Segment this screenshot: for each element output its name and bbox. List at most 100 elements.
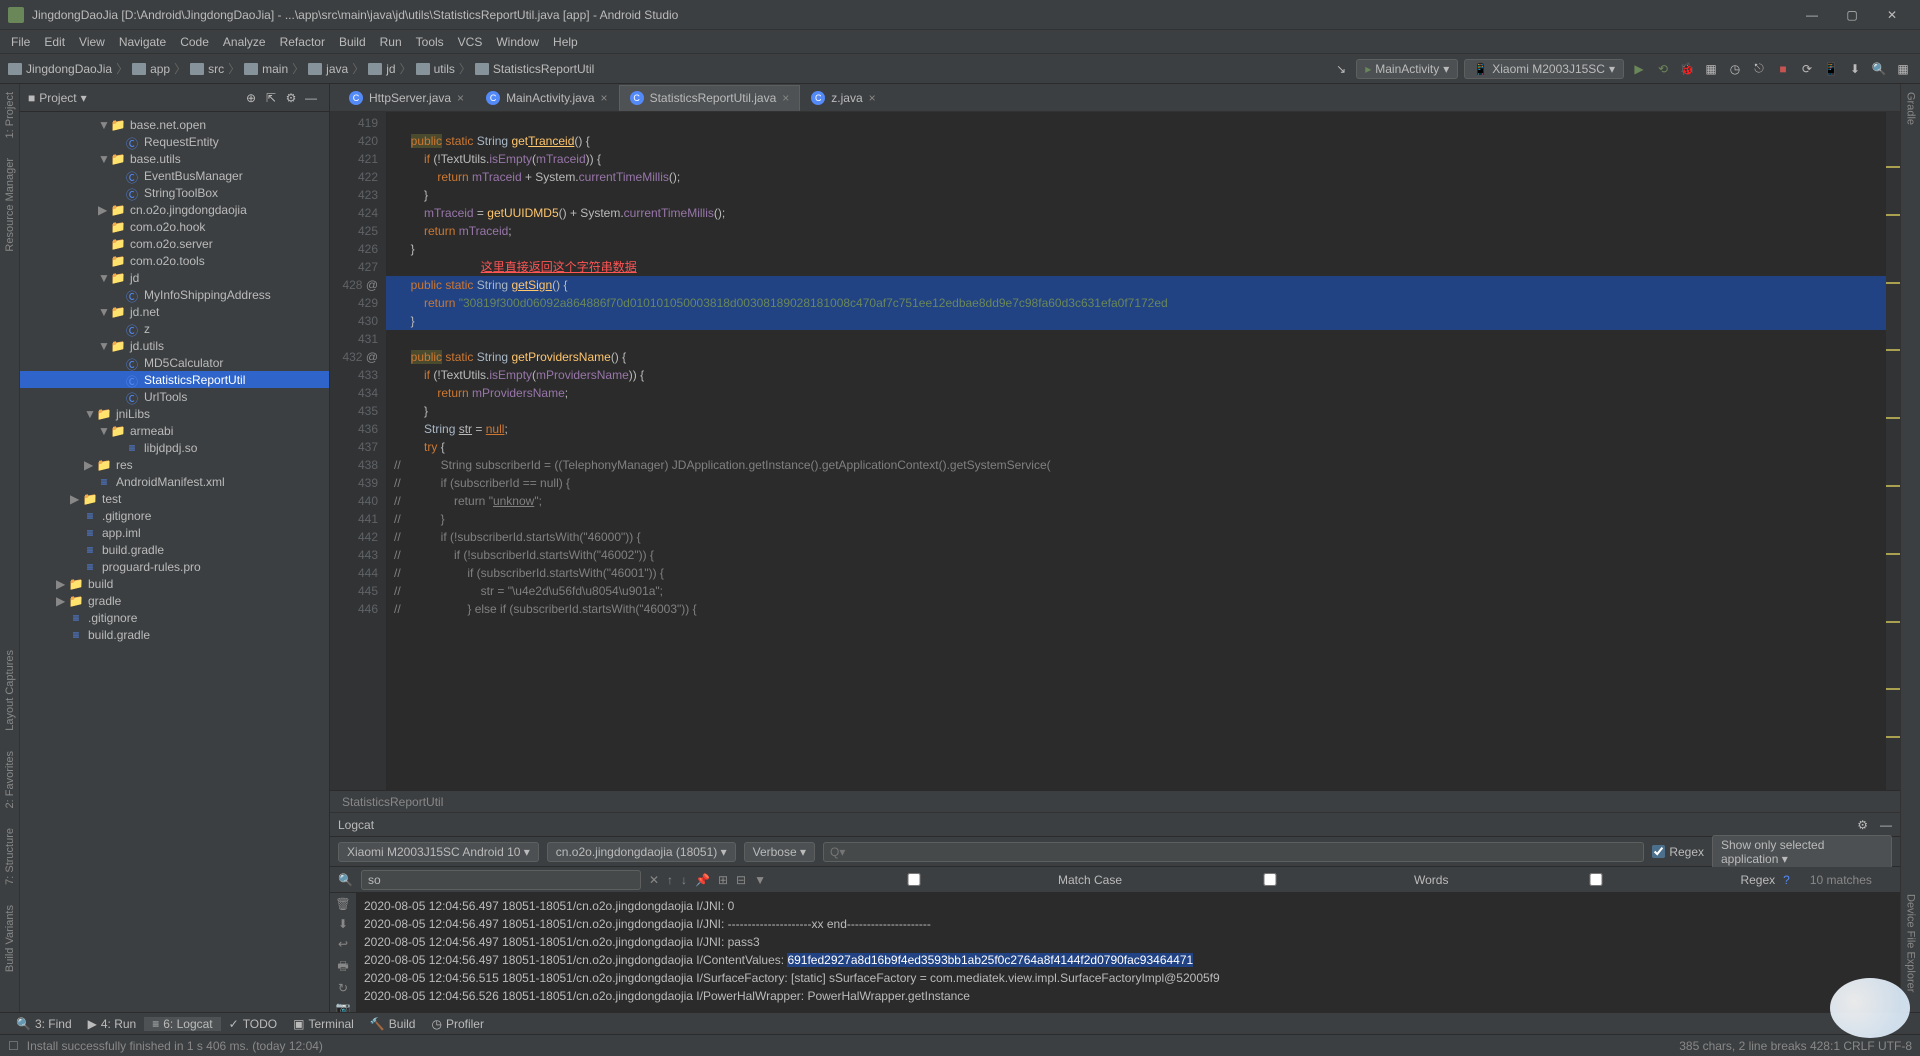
menu-help[interactable]: Help bbox=[546, 35, 585, 49]
apply-icon[interactable]: ⟲ bbox=[1654, 60, 1672, 78]
run-config-dropdown[interactable]: ▸MainActivity▾ bbox=[1356, 59, 1458, 79]
logcat-process-dropdown[interactable]: cn.o2o.jingdongdaojia (18051) ▾ bbox=[547, 842, 736, 862]
tree-item[interactable]: ≡.gitignore bbox=[20, 609, 329, 626]
editor[interactable]: 419420421422423424425426427428 @42943043… bbox=[330, 112, 1900, 790]
regex-checkbox[interactable]: Regex bbox=[1652, 845, 1704, 859]
build-variants-tab[interactable]: Build Variants bbox=[4, 905, 16, 972]
tree-item[interactable]: ▼📁jd.net bbox=[20, 303, 329, 320]
sel-icon[interactable]: ⊞ bbox=[718, 873, 728, 887]
tree-item[interactable]: 📁com.o2o.hook bbox=[20, 218, 329, 235]
minimap[interactable] bbox=[1886, 112, 1900, 790]
logcat-filter-dropdown[interactable]: Show only selected application ▾ bbox=[1712, 835, 1892, 869]
tree-item[interactable]: ≡build.gradle bbox=[20, 626, 329, 643]
avd-icon[interactable]: 📱 bbox=[1822, 60, 1840, 78]
tab-StatisticsReportUtil.java[interactable]: CStatisticsReportUtil.java× bbox=[619, 85, 801, 111]
tree-item[interactable]: ≡libjdpdj.so bbox=[20, 439, 329, 456]
logcat-search-input[interactable] bbox=[361, 870, 641, 890]
coverage-icon[interactable]: ▦ bbox=[1702, 60, 1720, 78]
tree-item[interactable]: ▶📁build bbox=[20, 575, 329, 592]
tree-item[interactable]: ≡AndroidManifest.xml bbox=[20, 473, 329, 490]
run-tab[interactable]: ▶ 4: Run bbox=[80, 1017, 145, 1031]
gradle-tab[interactable]: Gradle bbox=[1905, 92, 1917, 125]
tree-item[interactable]: 📁com.o2o.server bbox=[20, 235, 329, 252]
project-tab[interactable]: 1: Project bbox=[4, 92, 16, 138]
close-button[interactable]: ✕ bbox=[1872, 1, 1912, 29]
menu-code[interactable]: Code bbox=[173, 35, 216, 49]
logcat-device-dropdown[interactable]: Xiaomi M2003J15SC Android 10 ▾ bbox=[338, 842, 539, 862]
tree-item[interactable]: ▶📁res bbox=[20, 456, 329, 473]
structure-tab[interactable]: 7: Structure bbox=[4, 828, 16, 885]
tree-item[interactable]: ≡.gitignore bbox=[20, 507, 329, 524]
clear-icon[interactable]: ✕ bbox=[649, 873, 659, 887]
menu-build[interactable]: Build bbox=[332, 35, 373, 49]
sync-icon[interactable]: ⟳ bbox=[1798, 60, 1816, 78]
menu-vcs[interactable]: VCS bbox=[451, 35, 490, 49]
words-checkbox[interactable]: Words bbox=[1130, 873, 1448, 887]
editor-breadcrumb[interactable]: StatisticsReportUtil bbox=[330, 790, 1900, 812]
stop-icon[interactable]: ■ bbox=[1774, 60, 1792, 78]
settings-icon[interactable]: ⚙ bbox=[281, 91, 301, 105]
scroll-end-icon[interactable]: ⬇ bbox=[334, 917, 352, 931]
build-tab[interactable]: 🔨 Build bbox=[362, 1017, 424, 1031]
tree-item[interactable]: ⒸStringToolBox bbox=[20, 184, 329, 201]
tree-item[interactable]: ▶📁gradle bbox=[20, 592, 329, 609]
todo-tab[interactable]: ✓ TODO bbox=[221, 1017, 286, 1031]
regex-search-checkbox[interactable]: Regex bbox=[1456, 873, 1775, 887]
resource-manager-tab[interactable]: Resource Manager bbox=[4, 158, 16, 252]
tab-MainActivity.java[interactable]: CMainActivity.java× bbox=[475, 85, 619, 111]
favorites-tab[interactable]: 2: Favorites bbox=[4, 751, 16, 808]
menu-tools[interactable]: Tools bbox=[409, 35, 451, 49]
hide-icon[interactable]: — bbox=[301, 91, 321, 105]
back-icon[interactable]: ↘ bbox=[1332, 60, 1350, 78]
screenshot-icon[interactable]: 📷 bbox=[334, 1001, 352, 1012]
debug-icon[interactable]: 🐞 bbox=[1678, 60, 1696, 78]
minimize-button[interactable]: — bbox=[1792, 1, 1832, 29]
match-case-checkbox[interactable]: Match Case bbox=[774, 873, 1122, 887]
project-tree[interactable]: ▼📁base.net.openⒸRequestEntity▼📁base.util… bbox=[20, 112, 329, 1012]
settings-icon[interactable]: ▦ bbox=[1894, 60, 1912, 78]
logcat-level-dropdown[interactable]: Verbose ▾ bbox=[744, 842, 815, 862]
maximize-button[interactable]: ▢ bbox=[1832, 1, 1872, 29]
tree-item[interactable]: ⒸEventBusManager bbox=[20, 167, 329, 184]
menu-window[interactable]: Window bbox=[489, 35, 546, 49]
find-tab[interactable]: 🔍 3: Find bbox=[8, 1017, 80, 1031]
wrap-icon[interactable]: ↩ bbox=[334, 937, 352, 951]
logcat-filter-input[interactable] bbox=[823, 842, 1644, 862]
search-icon[interactable]: 🔍 bbox=[1870, 60, 1888, 78]
tree-item[interactable]: ▶📁test bbox=[20, 490, 329, 507]
restart-icon[interactable]: ↻ bbox=[334, 981, 352, 995]
attach-icon[interactable]: ⎋ bbox=[1750, 60, 1768, 78]
print-icon[interactable]: 🖶 bbox=[334, 957, 352, 975]
tree-item[interactable]: ⒸMD5Calculator bbox=[20, 354, 329, 371]
device-file-explorer-tab[interactable]: Device File Explorer bbox=[1905, 894, 1917, 992]
tree-item[interactable]: ≡build.gradle bbox=[20, 541, 329, 558]
profile-icon[interactable]: ◷ bbox=[1726, 60, 1744, 78]
run-icon[interactable]: ▶ bbox=[1630, 60, 1648, 78]
tab-z.java[interactable]: Cz.java× bbox=[800, 85, 886, 111]
tree-item[interactable]: ▼📁jd bbox=[20, 269, 329, 286]
tree-item[interactable]: ≡app.iml bbox=[20, 524, 329, 541]
project-label[interactable]: Project bbox=[39, 91, 76, 105]
tree-item[interactable]: ⒸRequestEntity bbox=[20, 133, 329, 150]
tree-item[interactable]: ⒸStatisticsReportUtil bbox=[20, 371, 329, 388]
tab-HttpServer.java[interactable]: CHttpServer.java× bbox=[338, 85, 475, 111]
collapse-icon[interactable]: ⇱ bbox=[261, 91, 281, 105]
tree-item[interactable]: ▼📁armeabi bbox=[20, 422, 329, 439]
profiler-tab[interactable]: ◷ Profiler bbox=[423, 1017, 492, 1031]
tree-item[interactable]: ▼📁jd.utils bbox=[20, 337, 329, 354]
tree-item[interactable]: ▼📁base.utils bbox=[20, 150, 329, 167]
code-area[interactable]: public static String getTranceid() { if … bbox=[386, 112, 1886, 790]
logcat-settings-icon[interactable]: ⚙ bbox=[1857, 818, 1868, 832]
menu-file[interactable]: File bbox=[4, 35, 37, 49]
logcat-output[interactable]: 2020-08-05 12:04:56.497 18051-18051/cn.o… bbox=[356, 893, 1900, 1012]
menu-analyze[interactable]: Analyze bbox=[216, 35, 273, 49]
trash-icon[interactable]: 🗑 bbox=[334, 897, 352, 911]
tree-item[interactable]: 📁com.o2o.tools bbox=[20, 252, 329, 269]
menu-refactor[interactable]: Refactor bbox=[273, 35, 332, 49]
breadcrumb[interactable]: JingdongDaoJia〉app〉src〉main〉java〉jd〉util… bbox=[8, 60, 594, 77]
select-opened-icon[interactable]: ⊕ bbox=[241, 91, 261, 105]
logcat-tab[interactable]: ≡ 6: Logcat bbox=[144, 1017, 220, 1031]
sel2-icon[interactable]: ⊟ bbox=[736, 873, 746, 887]
next-icon[interactable]: ↓ bbox=[681, 873, 687, 887]
terminal-tab[interactable]: ▣ Terminal bbox=[285, 1017, 362, 1031]
